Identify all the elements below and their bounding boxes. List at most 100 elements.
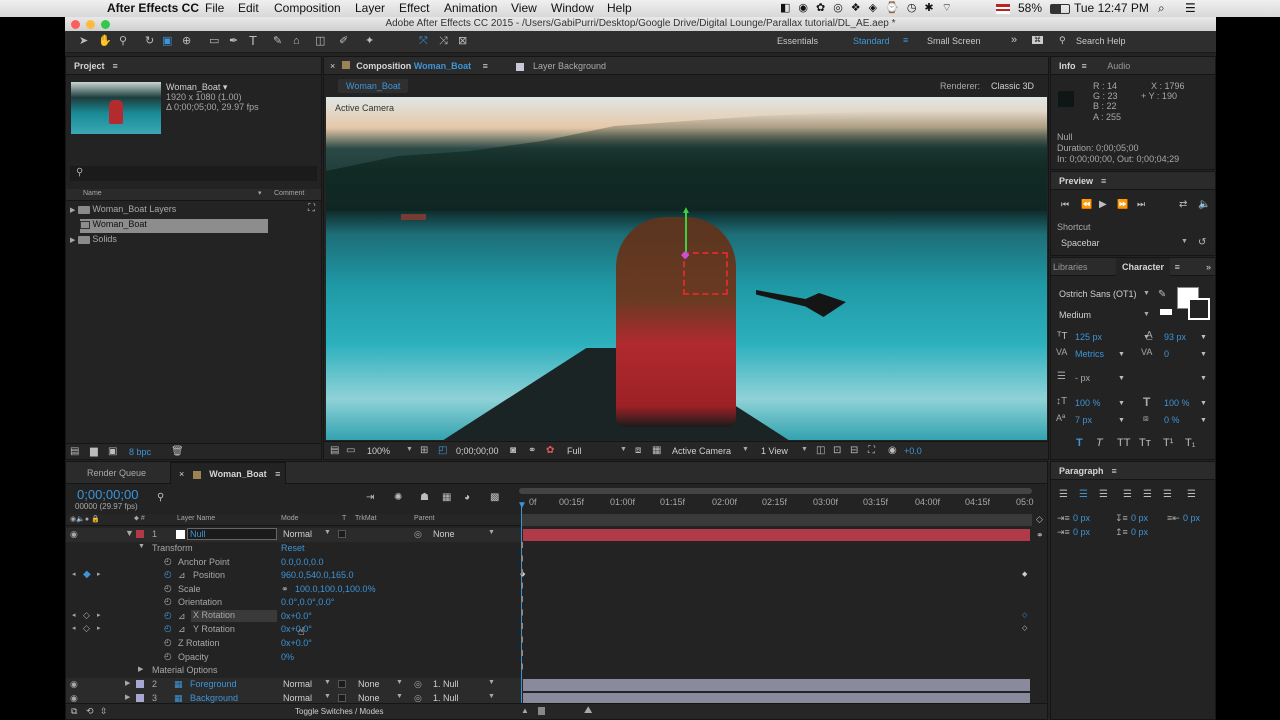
flowchart-icon[interactable]: ⛶ <box>868 445 875 456</box>
zoom-slider-top-icon[interactable]: ◇ <box>1036 514 1043 525</box>
puppet-tool-icon[interactable]: ✦ <box>365 36 374 47</box>
zoom-dropdown-icon[interactable]: ▼ <box>406 446 413 453</box>
shortcut-select[interactable]: Spacebar <box>1061 238 1100 248</box>
property-row[interactable]: ◴ Orientation 0.0°,0.0°,0.0° <box>66 596 521 610</box>
stopwatch-icon[interactable]: ◴ <box>164 651 172 662</box>
trkmat-dropdown-icon[interactable]: ▼ <box>396 679 403 686</box>
keyboard-icon[interactable]: ⌘ <box>1032 36 1043 44</box>
constrain-link-icon[interactable]: ⚭ <box>281 584 289 595</box>
col-trkmat[interactable]: TrkMat <box>355 515 377 522</box>
mode-dropdown-icon[interactable]: ▼ <box>324 529 331 536</box>
expand-icon[interactable]: ▶ <box>138 665 143 673</box>
channel-icon[interactable]: ✿ <box>546 445 554 456</box>
mode-dropdown-icon[interactable]: ▼ <box>324 693 331 700</box>
align-center-icon[interactable]: ☰ <box>1079 489 1088 500</box>
battery-icon[interactable] <box>1050 4 1070 14</box>
search-icon[interactable]: ⚲ <box>1059 35 1066 46</box>
collapse-icon[interactable]: ▼ <box>138 543 145 550</box>
camera-dropdown-icon[interactable]: ▼ <box>742 446 749 453</box>
show-snapshot-icon[interactable]: ⚭ <box>528 445 536 456</box>
baseline-dropdown-icon[interactable]: ▼ <box>1118 415 1125 426</box>
clone-stamp-tool-icon[interactable]: ⌂ <box>293 36 300 47</box>
av-switches-icon[interactable]: ◉🔈● 🔒 <box>70 515 100 523</box>
faux-bold-button[interactable]: T <box>1076 437 1083 449</box>
stopwatch-icon[interactable]: ◴ <box>164 610 172 621</box>
leading-dropdown-icon[interactable]: ▼ <box>1200 332 1207 343</box>
menu-file[interactable]: File <box>205 1 224 15</box>
panel-menu-icon[interactable]: ≡ <box>113 61 118 71</box>
col-parent[interactable]: Parent <box>414 515 435 522</box>
menu-help[interactable]: Help <box>607 1 632 15</box>
new-comp-icon[interactable]: ▣ <box>108 446 117 457</box>
stopwatch-icon[interactable]: ◴ <box>164 596 172 607</box>
align-right-icon[interactable]: ☰ <box>1099 489 1108 500</box>
col-layer-name[interactable]: Layer Name <box>177 515 215 522</box>
vertical-scale-value[interactable]: 100 % <box>1075 398 1101 408</box>
col-name[interactable]: Name <box>83 190 102 197</box>
hscale-dropdown-icon[interactable]: ▼ <box>1200 398 1207 409</box>
renderer-value[interactable]: Classic 3D <box>991 81 1034 91</box>
next-keyframe-icon[interactable]: ▸ <box>97 611 101 619</box>
property-row[interactable]: ◴ Scale ⚭ 100.0,100.0,100.0% <box>66 583 521 597</box>
stretch-icon[interactable]: ⇳ <box>100 706 108 717</box>
tsume-dropdown-icon[interactable]: ▼ <box>1200 415 1207 426</box>
rectangle-tool-icon[interactable]: ▭ <box>209 36 219 47</box>
expand-icon[interactable]: ▶ <box>70 207 75 214</box>
close-tab-icon[interactable]: × <box>330 61 335 71</box>
label-color-red[interactable] <box>136 530 144 538</box>
resolution-dropdown-icon[interactable]: ▼ <box>620 446 627 453</box>
tab-render-queue[interactable]: Render Queue <box>87 468 146 478</box>
toggle-switches-modes-button[interactable]: Toggle Switches / Modes <box>295 707 384 716</box>
bpc-button[interactable]: 8 bpc <box>129 447 151 457</box>
font-dropdown-icon[interactable]: ▼ <box>1143 290 1150 297</box>
menu-layer[interactable]: Layer <box>355 1 385 15</box>
indent-left-value[interactable]: 0 px <box>1073 513 1090 523</box>
workspace-menu-icon[interactable]: ≡ <box>903 35 908 45</box>
collapse-icon[interactable]: ▼ <box>125 528 134 538</box>
draft-3d-icon[interactable]: ✺ <box>394 492 402 503</box>
parent-dropdown-icon[interactable]: ▼ <box>488 693 495 700</box>
parent-dropdown-icon[interactable]: ▼ <box>488 679 495 686</box>
blend-mode-select[interactable]: Normal <box>283 529 312 539</box>
tab-info[interactable]: Info <box>1059 61 1076 71</box>
menu-window[interactable]: Window <box>551 1 594 15</box>
panel-menu-icon[interactable]: ≡ <box>1082 61 1087 71</box>
justify-all-icon[interactable]: ☰ <box>1187 489 1196 500</box>
monitor-icon[interactable]: ▭ <box>346 445 355 456</box>
keyframe-marker[interactable]: ◆ <box>1022 570 1027 578</box>
roto-brush-tool-icon[interactable]: ✐ <box>339 36 348 47</box>
project-panel-header[interactable]: Project ≡ <box>66 57 321 75</box>
resolution-select[interactable]: Full <box>567 446 582 456</box>
timeline-icon[interactable]: ⊟ <box>850 445 858 456</box>
keyframe-diamond-icon[interactable]: ◆ <box>83 569 91 580</box>
graph-editor-icon[interactable]: ▩ <box>490 492 499 503</box>
parent-select[interactable]: 1. Null <box>433 693 459 703</box>
zoom-window-button[interactable] <box>101 20 110 29</box>
next-keyframe-icon[interactable]: ▸ <box>97 570 101 578</box>
brush-tool-icon[interactable]: ✎ <box>273 36 282 47</box>
menu-view[interactable]: View <box>511 1 537 15</box>
sort-icon[interactable]: ▾ <box>258 189 262 197</box>
search-icon[interactable]: ⚲ <box>157 492 164 503</box>
panel-menu-icon[interactable]: ≡ <box>1101 176 1106 186</box>
grid-icon[interactable]: ⊞ <box>420 445 428 456</box>
tracking-dropdown-icon[interactable]: ▼ <box>1200 349 1207 360</box>
transform-group-row[interactable]: ▼ Transform Reset <box>66 542 521 556</box>
material-options-row[interactable]: ▶ Material Options <box>66 664 521 678</box>
more-workspaces-icon[interactable]: » <box>1011 34 1017 46</box>
font-style-select[interactable]: Medium <box>1059 310 1091 320</box>
small-caps-button[interactable]: Tт <box>1139 437 1151 449</box>
anchor-point-icon[interactable]: ◆ <box>681 248 689 261</box>
stroke-color-swatch[interactable] <box>1188 298 1210 320</box>
keyframe-marker[interactable]: ◇ <box>1022 624 1027 632</box>
justify-center-icon[interactable]: ☰ <box>1143 489 1152 500</box>
baseline-value[interactable]: 7 px <box>1075 415 1092 425</box>
view-dropdown-icon[interactable]: ▼ <box>801 446 808 453</box>
null-layer-bounds[interactable] <box>683 252 728 295</box>
preserve-transparency-toggle[interactable] <box>338 680 346 688</box>
mode-dropdown-icon[interactable]: ▼ <box>324 679 331 686</box>
layer-name[interactable]: Foreground <box>190 679 237 689</box>
comp-mini-flowchart-icon[interactable]: ⇥ <box>366 492 374 503</box>
kerning-dropdown-icon[interactable]: ▼ <box>1118 349 1125 360</box>
graph-icon[interactable]: ⊿ <box>178 611 186 622</box>
